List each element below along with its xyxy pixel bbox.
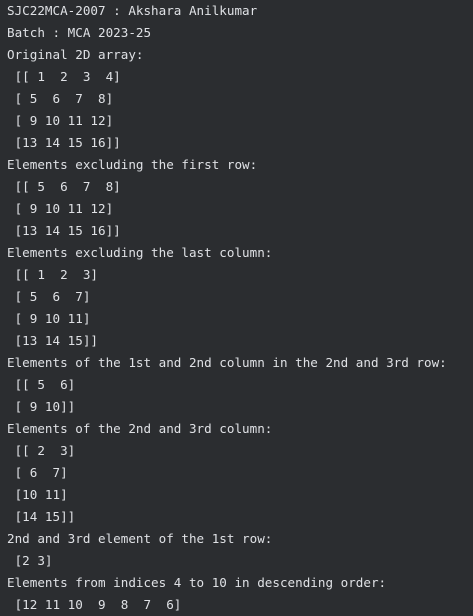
output-line-array-row: [13 14 15 16]] [7, 223, 121, 238]
output-line-array-row: [13 14 15]] [7, 333, 98, 348]
output-line-array-row: [ 9 10 11 12] [7, 113, 114, 128]
output-line-heading: Elements of the 2nd and 3rd column: [7, 421, 273, 436]
output-line-array-row: [ 5 6 7 8] [7, 91, 114, 106]
output-line-array-row: [13 14 15 16]] [7, 135, 121, 150]
console-output: SJC22MCA-2007 : Akshara Anilkumar Batch … [0, 0, 473, 614]
output-line-batch: Batch : MCA 2023-25 [7, 25, 152, 40]
output-line-array-row: [ 9 10 11 12] [7, 201, 114, 216]
output-line-array-row: [10 11] [7, 487, 68, 502]
output-line-array-row: [14 15]] [7, 509, 76, 524]
output-line-array-row: [ 9 10]] [7, 399, 76, 414]
output-line-array-row: [2 3] [7, 553, 53, 568]
output-line-array-row: [[ 5 6 7 8] [7, 179, 121, 194]
output-line-heading: Elements of the 1st and 2nd column in th… [7, 355, 447, 370]
output-line-array-row: [ 9 10 11] [7, 311, 91, 326]
output-line-array-row: [[ 5 6] [7, 377, 76, 392]
output-line-array-row: [[ 1 2 3 4] [7, 69, 121, 84]
output-line-heading: Original 2D array: [7, 47, 144, 62]
output-line-array-row: [12 11 10 9 8 7 6] [7, 597, 182, 612]
output-line-array-row: [[ 1 2 3] [7, 267, 98, 282]
output-line-array-row: [[ 2 3] [7, 443, 76, 458]
output-line-header: SJC22MCA-2007 : Akshara Anilkumar [7, 3, 258, 18]
output-line-heading: Elements excluding the last column: [7, 245, 273, 260]
output-line-array-row: [ 5 6 7] [7, 289, 91, 304]
output-line-heading: Elements from indices 4 to 10 in descend… [7, 575, 387, 590]
output-line-heading: 2nd and 3rd element of the 1st row: [7, 531, 273, 546]
output-line-array-row: [ 6 7] [7, 465, 68, 480]
output-line-heading: Elements excluding the first row: [7, 157, 258, 172]
